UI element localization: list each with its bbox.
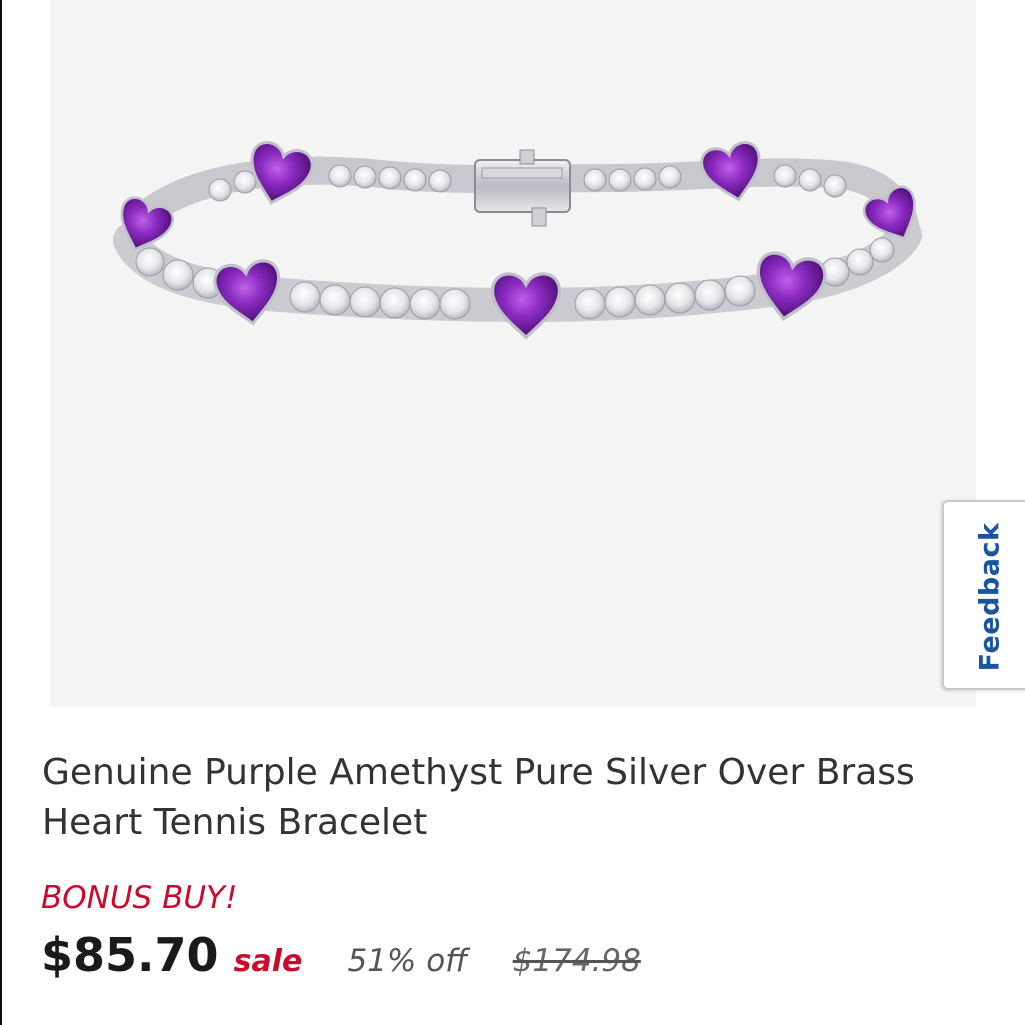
- price-row: $85.70 sale 51% off $174.98: [41, 928, 641, 988]
- page-left-border: [0, 0, 2, 1025]
- product-image[interactable]: [50, 0, 976, 707]
- product-title: Genuine Purple Amethyst Pure Silver Over…: [42, 752, 915, 843]
- feedback-tab[interactable]: Feedback: [942, 500, 1025, 690]
- bonus-buy-badge: BONUS BUY!: [41, 880, 238, 916]
- bracelet-illustration: [113, 141, 922, 340]
- sale-label: sale: [233, 944, 303, 979]
- sale-price: $85.70: [41, 928, 219, 982]
- original-price: $174.98: [512, 943, 641, 979]
- discount-percent: 51% off: [347, 943, 468, 979]
- feedback-label: Feedback: [974, 522, 1006, 672]
